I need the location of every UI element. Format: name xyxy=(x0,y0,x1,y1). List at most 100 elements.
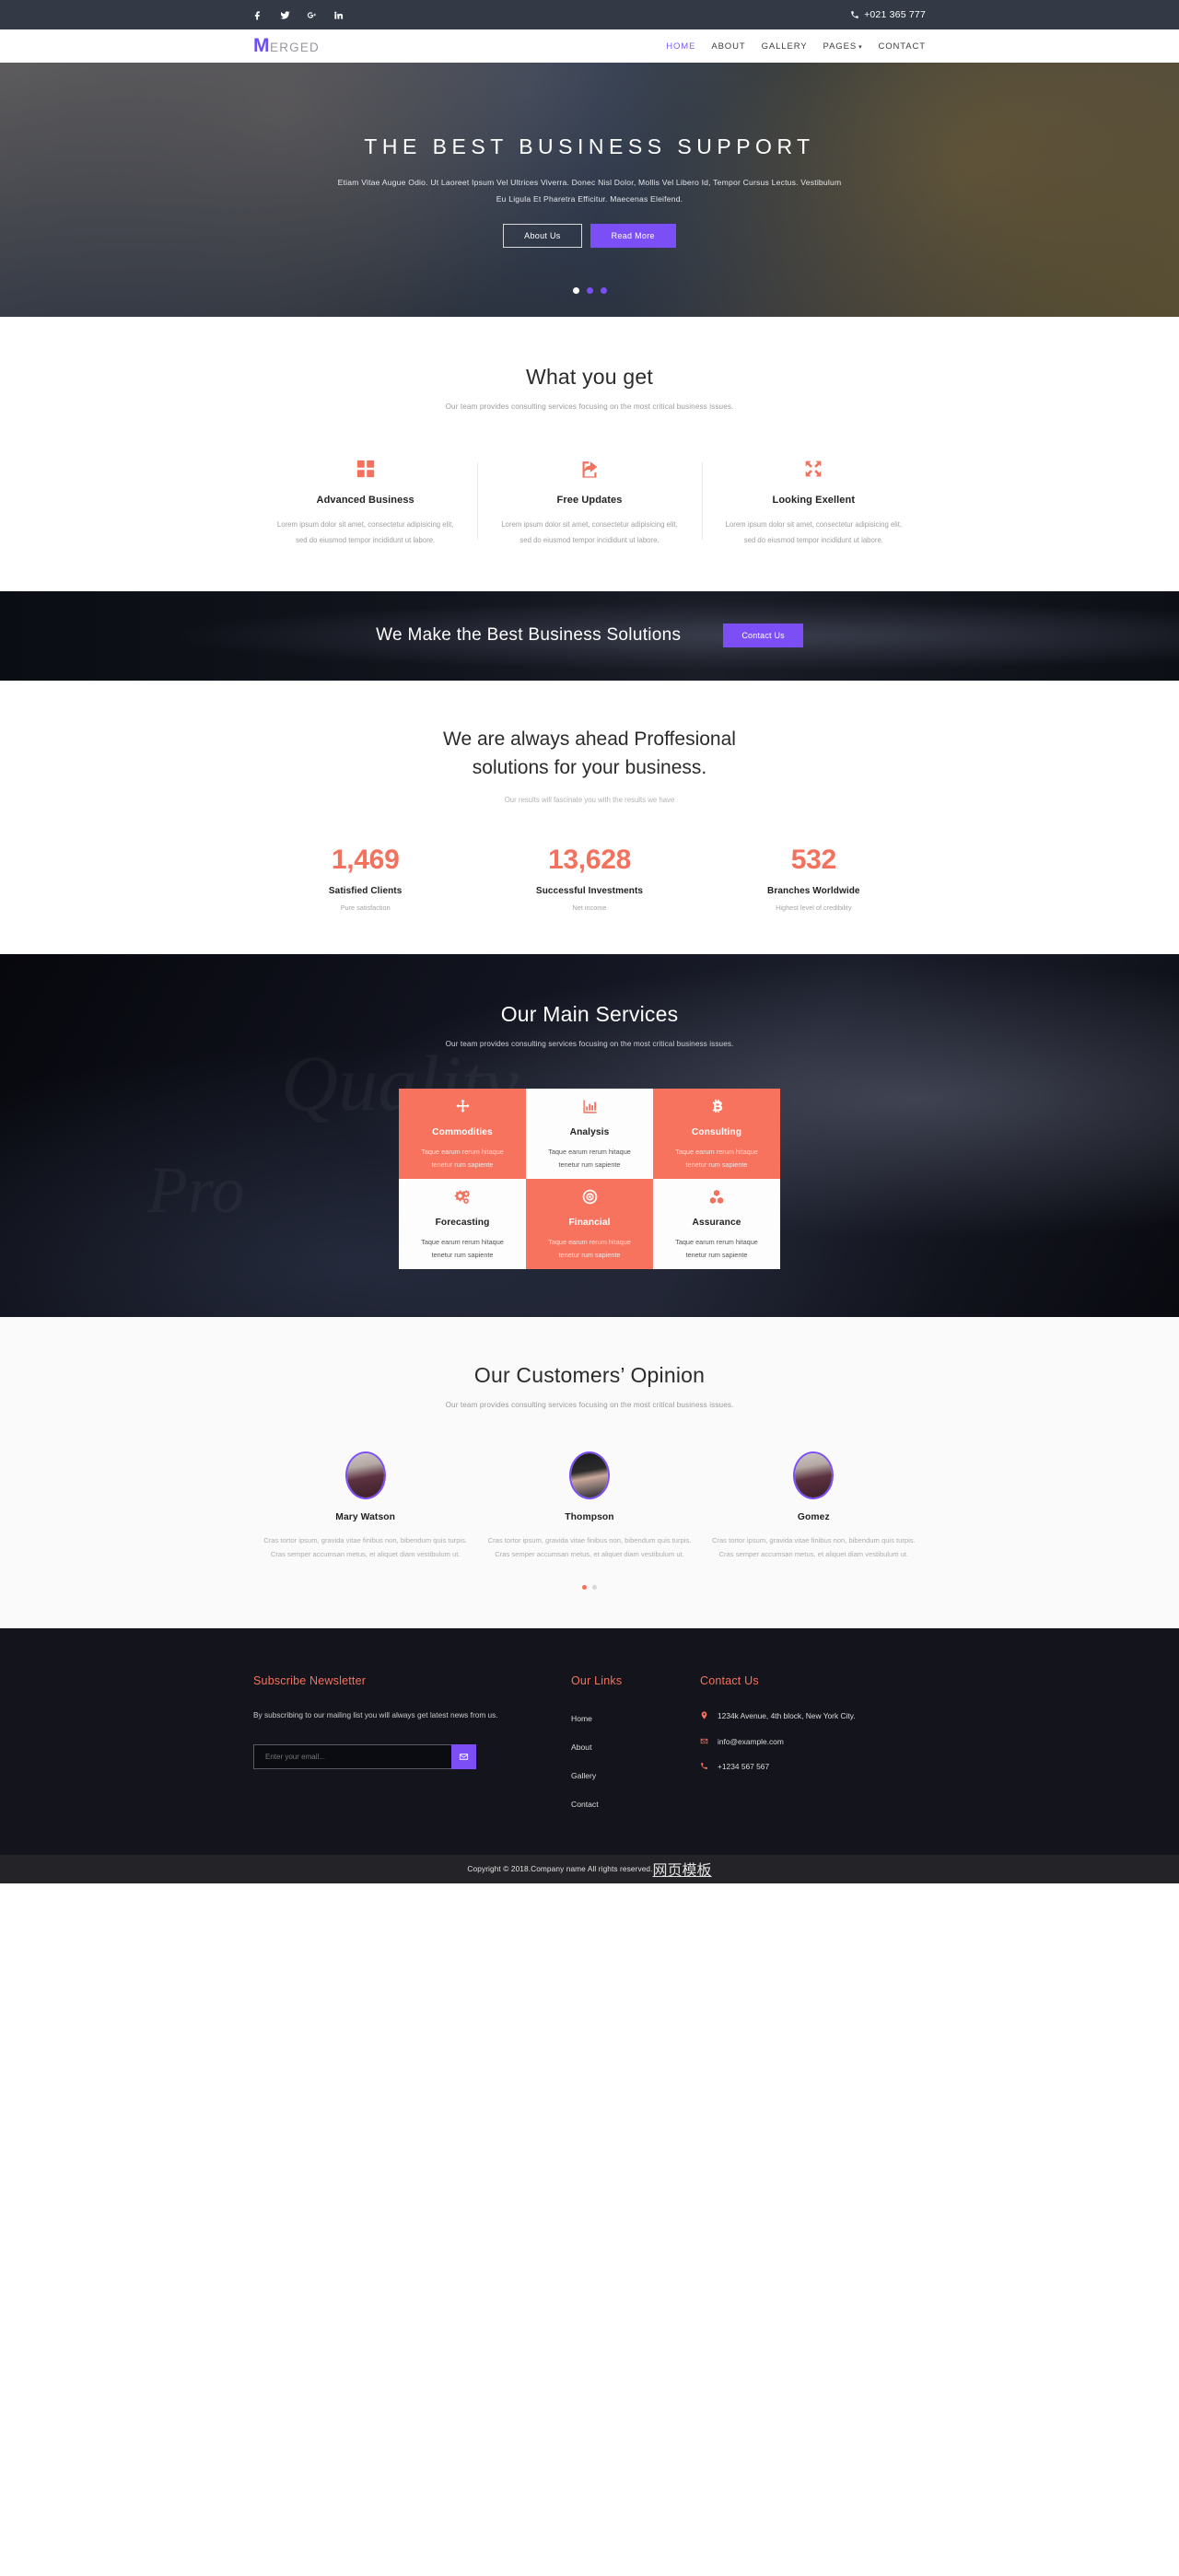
stats-subtitle: Our results will fascinate you with the … xyxy=(504,795,675,804)
services-grid: Commodities Taque earum rerum hitaque te… xyxy=(399,1088,780,1269)
logo-rest: ERGED xyxy=(270,41,321,54)
nav-menu: HOME ABOUT GALLERY PAGES ▾ CONTACT xyxy=(666,41,926,52)
stat-label: Satisfied Clients xyxy=(328,885,403,896)
hero-dot-3[interactable] xyxy=(600,287,607,294)
testimonial-dot-2[interactable] xyxy=(592,1584,597,1590)
service-text: Taque earum rerum hitaque tenetur rum sa… xyxy=(675,1238,758,1259)
testimonial-row: Mary Watson Cras tortor ipsum, gravida v… xyxy=(253,1451,926,1561)
about-us-button[interactable]: About Us xyxy=(503,223,582,248)
footer-link-about[interactable]: About xyxy=(571,1743,591,1752)
testimonial-card: Gomez Cras tortor ipsum, gravida vitae f… xyxy=(702,1451,926,1561)
testimonial-dot-1[interactable] xyxy=(582,1584,587,1590)
services-subtitle: Our team provides consulting services fo… xyxy=(445,1039,734,1048)
feature-card: Free Updates Lorem ipsum dolor sit amet,… xyxy=(477,457,701,549)
feature-title: Advanced Business xyxy=(316,495,414,506)
stats-heading-line2: solutions for your business. xyxy=(472,757,707,778)
list-item: Contact xyxy=(571,1795,700,1812)
what-you-get-subtitle: Our team provides consulting services fo… xyxy=(445,402,734,411)
twitter-icon[interactable] xyxy=(280,10,290,20)
service-text: Taque earum rerum hitaque tenetur rum sa… xyxy=(675,1148,758,1169)
envelope-icon xyxy=(459,1753,469,1760)
footer-link-gallery[interactable]: Gallery xyxy=(571,1771,596,1780)
avatar-photo xyxy=(570,1452,608,1498)
service-title: Financial xyxy=(568,1218,611,1229)
list-item: About xyxy=(571,1738,700,1754)
stat-note: Pure satisfaction xyxy=(340,903,391,912)
service-card-consulting[interactable]: Consulting Taque earum rerum hitaque ten… xyxy=(653,1088,780,1179)
contact-phone: +1234 567 567 xyxy=(718,1762,770,1772)
copyright-link[interactable]: 网页模板 xyxy=(653,1858,712,1880)
hero-paragraph: Etiam Vitae Augue Odio. Ut Laoreet Ipsum… xyxy=(337,177,842,204)
gears-icon xyxy=(454,1186,471,1206)
footer-link-home[interactable]: Home xyxy=(571,1714,592,1723)
phone-text: +021 365 777 xyxy=(864,9,926,20)
target-icon xyxy=(582,1186,598,1206)
phone-icon xyxy=(851,11,858,18)
stat-note: Highest level of credibility xyxy=(776,903,852,912)
nav-item-about[interactable]: ABOUT xyxy=(711,41,745,52)
testimonial-text: Cras tortor ipsum, gravida vitae finibus… xyxy=(711,1535,916,1558)
feature-title: Looking Exellent xyxy=(772,495,856,506)
envelope-icon xyxy=(700,1738,708,1743)
stats-heading: We are always ahead Proffesional solutio… xyxy=(253,725,926,783)
stat-item: 1,469 Satisfied Clients Pure satisfactio… xyxy=(253,845,477,912)
nav-item-pages-label: PAGES xyxy=(823,41,858,52)
feature-title: Free Updates xyxy=(556,495,623,506)
hero-slider: THE BEST BUSINESS SUPPORT Etiam Vitae Au… xyxy=(0,63,1179,317)
cta-band: We Make the Best Business Solutions Cont… xyxy=(0,590,1179,681)
stat-number: 532 xyxy=(790,844,836,875)
chevron-down-icon: ▾ xyxy=(858,43,863,51)
newsletter-heading: Subscribe Newsletter xyxy=(253,1673,367,1687)
facebook-icon[interactable] xyxy=(253,10,263,20)
email-input[interactable] xyxy=(253,1743,451,1769)
service-text: Taque earum rerum hitaque tenetur rum sa… xyxy=(421,1148,504,1169)
share-export-icon xyxy=(497,457,681,481)
newsletter-form xyxy=(253,1743,476,1769)
subscribe-button[interactable] xyxy=(451,1743,476,1769)
hero-dot-1[interactable] xyxy=(572,287,579,294)
site-logo[interactable]: MERGED xyxy=(253,35,320,57)
cta-heading: We Make the Best Business Solutions xyxy=(376,625,682,645)
service-title: Commodities xyxy=(432,1127,493,1138)
feature-text: Lorem ipsum dolor sit amet, consectetur … xyxy=(276,520,454,544)
service-card-forecasting[interactable]: Forecasting Taque earum rerum hitaque te… xyxy=(399,1178,526,1269)
nav-item-gallery[interactable]: GALLERY xyxy=(762,41,808,52)
avatar-photo xyxy=(346,1452,384,1498)
service-card-financial[interactable]: Financial Taque earum rerum hitaque tene… xyxy=(526,1178,653,1269)
hero-dot-2[interactable] xyxy=(586,287,593,294)
map-pin-icon xyxy=(701,1711,707,1719)
service-text: Taque earum rerum hitaque tenetur rum sa… xyxy=(421,1238,504,1259)
read-more-button[interactable]: Read More xyxy=(590,223,676,248)
list-item: +1234 567 567 xyxy=(700,1760,926,1774)
linkedin-icon[interactable] xyxy=(333,10,344,20)
service-text: Taque earum rerum hitaque tenetur rum sa… xyxy=(548,1148,631,1169)
nav-item-pages[interactable]: PAGES ▾ xyxy=(823,41,863,52)
list-item: Home xyxy=(571,1709,700,1726)
hero-title: THE BEST BUSINESS SUPPORT xyxy=(364,134,815,158)
services-title: Our Main Services xyxy=(500,1001,679,1026)
social-links xyxy=(253,10,344,20)
service-card-assurance[interactable]: Assurance Taque earum rerum hitaque tene… xyxy=(653,1178,780,1269)
contact-email[interactable]: info@example.com xyxy=(718,1735,784,1749)
service-title: Analysis xyxy=(569,1127,610,1138)
main-navbar: MERGED HOME ABOUT GALLERY PAGES ▾ CONTACT xyxy=(0,29,1179,63)
contact-us-button[interactable]: Contact Us xyxy=(723,624,803,647)
footer-link-contact[interactable]: Contact xyxy=(571,1800,599,1809)
service-card-commodities[interactable]: Commodities Taque earum rerum hitaque te… xyxy=(399,1088,526,1179)
testimonial-card: Thompson Cras tortor ipsum, gravida vita… xyxy=(477,1451,701,1561)
watermark-text: Pro xyxy=(147,1152,244,1229)
links-column: Our Links Home About Gallery Contact xyxy=(571,1674,700,1824)
service-card-analysis[interactable]: Analysis Taque earum rerum hitaque tenet… xyxy=(526,1088,653,1179)
nav-item-home[interactable]: HOME xyxy=(666,41,695,52)
move-arrows-icon xyxy=(455,1096,471,1116)
contact-column: Contact Us 1234k Avenue, 4th block, New … xyxy=(700,1674,926,1824)
newsletter-text: By subscribing to our mailing list you w… xyxy=(253,1709,498,1719)
nav-item-contact[interactable]: CONTACT xyxy=(878,41,926,52)
google-plus-icon[interactable] xyxy=(307,10,317,20)
list-item: info@example.com xyxy=(700,1735,926,1749)
testimonials-subtitle: Our team provides consulting services fo… xyxy=(445,1400,734,1409)
testimonial-dots xyxy=(253,1584,926,1590)
testimonial-card: Mary Watson Cras tortor ipsum, gravida v… xyxy=(253,1451,477,1561)
feature-card: Advanced Business Lorem ipsum dolor sit … xyxy=(253,457,477,549)
stat-number: 1,469 xyxy=(331,844,400,875)
